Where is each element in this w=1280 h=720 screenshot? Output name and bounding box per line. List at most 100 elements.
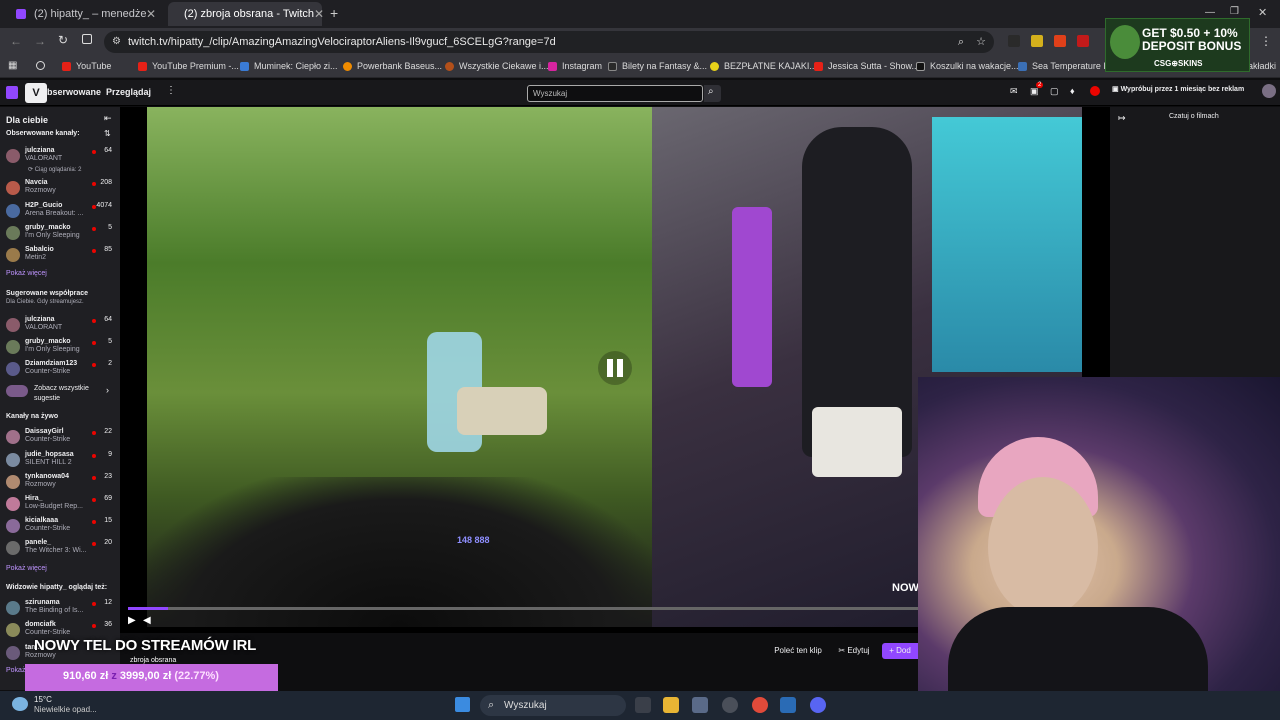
discord-icon[interactable] (810, 697, 826, 713)
search-input[interactable]: Wyszukaj (527, 85, 703, 102)
pause-icon[interactable] (598, 351, 632, 385)
play-icon[interactable]: ▶ (128, 615, 136, 626)
tiktok-icon (916, 61, 925, 71)
twitch-logo-icon[interactable] (6, 86, 18, 99)
video-progress-bar[interactable] (128, 607, 918, 610)
sidebar-channel[interactable]: DaissayGirl Counter-Strike 22 (6, 428, 116, 448)
bookmark-youtube-premium[interactable]: YouTube Premium -... (138, 61, 239, 71)
app-icon[interactable] (722, 697, 738, 713)
recommend-clip-button[interactable]: Poleć ten klip (770, 643, 826, 659)
bookmark-instagram[interactable]: Instagram (548, 61, 602, 71)
zoom-icon[interactable]: ⌕ (958, 31, 964, 53)
sidebar-channel[interactable]: Hira_ Low-Budget Rep... 69 (6, 495, 116, 515)
prime-icon[interactable]: ♦ (1070, 86, 1075, 96)
show-more-live[interactable]: Pokaż więcej (6, 565, 47, 572)
see-all-suggestions[interactable]: Zobacz wszystkie sugestie › (6, 383, 116, 403)
sidebar-channel[interactable]: Sabalcio Metin2 85 (6, 246, 116, 266)
alert-icon[interactable] (1090, 86, 1100, 96)
sidebar-channel[interactable]: panele_ The Witcher 3: Wi... 20 (6, 539, 116, 559)
bookmark-muminek[interactable]: Muminek: Ciepło zi... (240, 61, 338, 71)
weather-icon[interactable] (12, 697, 28, 711)
minimize-icon[interactable]: — (1205, 7, 1215, 18)
bookmark-kajaki[interactable]: BEZPŁATNE KAJAKI... (710, 61, 817, 71)
sidebar-channel[interactable]: gruby_macko I'm Only Sleeping 5 (6, 338, 116, 358)
windows-start-icon[interactable] (455, 697, 470, 712)
extension-icon[interactable] (1054, 35, 1066, 47)
add-button[interactable]: + Dod (882, 643, 918, 659)
turbo-promo[interactable]: ▣ Wypróbuj przez 1 miesiąc bez reklam (1112, 85, 1244, 93)
live-dot-icon (92, 249, 96, 253)
bookmark-star-icon[interactable]: ☆ (976, 31, 986, 53)
tab-clip-manager[interactable]: (2) hipatty_ – menedżer klipów ✕ (8, 2, 164, 26)
bookmark-icon[interactable] (36, 61, 45, 70)
bookmark-jessica[interactable]: Jessica Sutta - Show... (814, 61, 919, 71)
taskbar-search[interactable]: ⌕ Wyszukaj (480, 695, 626, 716)
watch-streak: ⟳ Ciąg oglądania: 2 (28, 166, 81, 173)
sidebar-channel[interactable]: Dziamdziam123 Counter-Strike 2 (6, 360, 116, 380)
task-view-icon[interactable] (635, 697, 651, 713)
all-bookmarks[interactable]: Zakładki (1250, 61, 1276, 71)
bookmark-sea[interactable]: Sea Temperature In... (1018, 61, 1118, 71)
edit-button[interactable]: ✂ Edytuj (832, 643, 876, 659)
viewer-count: 36 (104, 621, 112, 628)
gem-icon: ▣ (1112, 86, 1119, 93)
chrome-icon[interactable] (752, 697, 768, 713)
sidebar-channel[interactable]: julcziana VALORANT 64 (6, 147, 116, 167)
viewer-count: 4074 (96, 202, 112, 209)
browser-menu-icon[interactable]: ⋮ (1260, 34, 1272, 48)
extension-icon[interactable] (1031, 35, 1043, 47)
sort-icon[interactable]: ⇅ (104, 129, 111, 138)
bookmark-koszulki[interactable]: Koszulki na wakacje... (916, 61, 1019, 71)
ad-banner[interactable]: GET $0.50 + 10% DEPOSIT BONUS CSG⊕SKINS (1105, 18, 1250, 72)
sidebar-channel[interactable]: judie_hopsasa SILENT HILL 2 9 (6, 451, 116, 471)
link-icon (240, 61, 249, 71)
channel-name: gruby_macko (25, 338, 71, 345)
extension-icon[interactable] (1077, 35, 1089, 47)
bookmark-bilety[interactable]: Bilety na Fantasy &... (608, 61, 707, 71)
maximize-icon[interactable]: ❐ (1230, 6, 1239, 17)
bookmark-wszystkie[interactable]: Wszystkie Ciekawe i... (445, 61, 549, 71)
collapse-sidebar-icon[interactable]: ⇤ (104, 113, 112, 124)
store-icon[interactable] (692, 697, 708, 713)
volume-icon[interactable]: ◀ (143, 615, 151, 626)
sidebar-channel[interactable]: julcziana VALORANT 64 (6, 316, 116, 336)
back-icon[interactable]: ← (10, 34, 22, 48)
new-tab-icon[interactable]: + (330, 5, 338, 21)
search-button[interactable]: ⌕ (704, 85, 721, 102)
sidebar-channel[interactable]: kicialkaaa Counter-Strike 15 (6, 517, 116, 537)
ad-headline: GET $0.50 + 10% (1142, 26, 1238, 40)
apps-grid-icon[interactable]: ▦ (8, 60, 17, 71)
live-dot-icon (92, 182, 96, 186)
inbox-icon[interactable]: ✉ (1010, 86, 1018, 97)
nav-browse[interactable]: Przeglądaj (106, 87, 151, 97)
live-dot-icon (92, 319, 96, 323)
sidebar-channel[interactable]: szirunama The Binding of Is... 12 (6, 599, 116, 619)
close-window-icon[interactable]: ✕ (1258, 6, 1267, 19)
user-avatar[interactable] (1262, 84, 1276, 98)
viewer-count: 208 (100, 179, 112, 186)
sidebar-channel[interactable]: Navcia Rozmowy 208 (6, 179, 116, 199)
bookmark-youtube[interactable]: YouTube (62, 61, 111, 71)
more-options-icon[interactable]: ⋮ (166, 85, 176, 96)
site-info-icon[interactable]: ⚙ (112, 31, 121, 53)
file-explorer-icon[interactable] (663, 697, 679, 713)
whispers-icon[interactable]: ▢ (1050, 86, 1059, 97)
nav-following[interactable]: Obserwowane (40, 87, 101, 97)
sidebar-channel[interactable]: tynkanowa04 Rozmowy 23 (6, 473, 116, 493)
bookmark-powerbank[interactable]: Powerbank Baseus... (343, 61, 442, 71)
address-bar[interactable]: ⚙ twitch.tv/hipatty_/clip/AmazingAmazing… (104, 31, 994, 53)
avatar (6, 623, 20, 637)
close-icon[interactable]: ✕ (314, 7, 324, 21)
close-icon[interactable]: ✕ (146, 7, 156, 21)
forward-icon[interactable]: → (34, 34, 46, 48)
extension-icon[interactable] (1008, 35, 1020, 47)
side-panel-icon[interactable] (82, 34, 92, 44)
app-icon[interactable] (780, 697, 796, 713)
avatar (6, 497, 20, 511)
sidebar-channel[interactable]: H2P_Gucio Arena Breakout: ... 4074 (6, 202, 116, 222)
sidebar-channel[interactable]: gruby_macko I'm Only Sleeping 5 (6, 224, 116, 244)
tab-twitch-clip[interactable]: (2) zbroja obsrana - Twitch ✕ (168, 2, 324, 26)
expand-chat-icon[interactable]: ↦ (1118, 113, 1126, 124)
show-more-followed[interactable]: Pokaż więcej (6, 270, 47, 277)
reload-icon[interactable]: ↻ (58, 33, 68, 47)
